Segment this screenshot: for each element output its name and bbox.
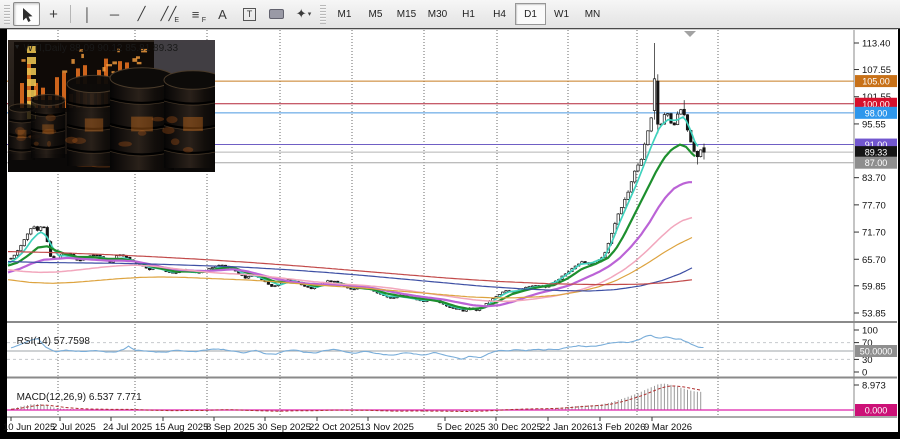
trendline-tool-button[interactable]: ╱ [128,2,155,26]
oil-barrels-photo [8,40,222,172]
macd-indicator-label: MACD(12,26,9) 6.537 7.771 [11,381,142,403]
symbol-dropdown-caret-icon[interactable]: ▼ [14,44,21,51]
toolbar-grip-2[interactable] [320,5,326,24]
timeframe-m1-button[interactable]: M1 [329,3,360,25]
fibonacci-icon: ≡ [192,7,200,22]
text-label-icon: T [243,8,256,21]
arrows-tool-button[interactable]: ✦▾ [290,2,317,26]
toolbar-separator [70,5,71,23]
rsi-name: RSI(14) [17,336,51,347]
date-label: 10 Jun 2025 [3,422,55,433]
crosshair-icon: + [49,6,58,23]
rsi-50-badge: 50.0000 [860,347,893,357]
horizontal-line-tool-button[interactable]: ─ [101,2,128,26]
rsi-indicator-label: RSI(14) 57.7598 [11,325,90,347]
trendline-icon: ╱ [138,6,146,22]
svg-text:8.973: 8.973 [862,381,886,392]
timeframe-d1-button[interactable]: D1 [515,3,546,25]
svg-text:59.85: 59.85 [862,281,886,292]
svg-text:77.70: 77.70 [862,200,886,211]
badge-98.00: 98.00 [865,108,888,118]
chart-canvas[interactable]: 113.40107.55101.5595.5583.7077.7071.7065… [0,0,900,439]
timeframe-m5-button[interactable]: M5 [360,3,391,25]
date-label: 9 Mar 2026 [644,422,692,433]
date-label: 5 Dec 2025 [437,422,486,433]
cursor-tool-button[interactable] [13,2,40,26]
svg-text:53.85: 53.85 [862,308,886,319]
macd-values: 6.537 7.771 [89,392,142,403]
trading-terminal-window: { "toolbar": { "tools": [ {"name":"curso… [0,0,900,439]
vertical-line-icon: │ [83,7,91,22]
badge-105.00: 105.00 [862,77,890,87]
rectangle-shape-icon [269,9,284,19]
badge-89.33: 89.33 [865,148,888,158]
svg-text:107.55: 107.55 [862,65,891,76]
date-label: 8 Sep 2025 [206,422,255,433]
date-label: 22 Oct 2025 [309,422,361,433]
equidistant-channel-letter: E [174,17,179,24]
toolbar: +│─╱╱╱E≡FAT✦▾M1M5M15M30H1H4D1W1MN [0,0,900,29]
date-label: 13 Nov 2025 [360,422,414,433]
dropdown-arrow-icon: ▾ [308,10,312,18]
ohlc-values: 88.09 90.12 85.81 89.33 [70,43,178,54]
date-label: 30 Dec 2025 [488,422,542,433]
badge-87.00: 87.00 [865,158,888,168]
svg-text:71.70: 71.70 [862,228,886,239]
svg-text:113.40: 113.40 [862,39,890,50]
timeframe-h1-button[interactable]: H1 [453,3,484,25]
svg-text:100: 100 [862,326,878,337]
rsi-value: 57.7598 [54,336,90,347]
timeframe-m15-button[interactable]: M15 [391,3,422,25]
macd-name: MACD(12,26,9) [17,392,86,403]
arrows-icon: ✦ [296,6,307,22]
date-label: 2 Jul 2025 [52,422,96,433]
date-label: 13 Feb 2026 [592,422,645,433]
chart-title: ▼WTI,Daily 88.09 90.12 85.81 89.33 [8,32,178,54]
vertical-line-tool-button[interactable]: │ [74,2,101,26]
shapes-tool-button[interactable] [263,2,290,26]
text-tool-button[interactable]: A [209,2,236,26]
toolbar-grip-1[interactable] [4,5,10,24]
date-label: 30 Sep 2025 [257,422,311,433]
equidistant-channel-tool-button[interactable]: ╱╱E [155,2,182,26]
date-label: 15 Aug 2025 [155,422,208,433]
text-label-tool-button[interactable]: T [236,2,263,26]
date-label: 22 Jan 2026 [540,422,592,433]
date-label: 24 Jul 2025 [103,422,152,433]
crosshair-tool-button[interactable]: + [40,2,67,26]
timeframe-w1-button[interactable]: W1 [546,3,577,25]
fibonacci-letter: F [202,17,206,24]
svg-text:83.70: 83.70 [862,173,886,184]
svg-text:95.55: 95.55 [862,119,886,130]
timeframe-h4-button[interactable]: H4 [484,3,515,25]
symbol-period-label: WTI,Daily [24,43,67,54]
macd-zero-badge: 0.000 [865,406,888,416]
timeframe-mn-button[interactable]: MN [577,3,608,25]
horizontal-line-icon: ─ [110,7,119,22]
fibonacci-tool-button[interactable]: ≡F [182,2,209,26]
svg-text:65.70: 65.70 [862,255,886,266]
timeframe-m30-button[interactable]: M30 [422,3,453,25]
cursor-icon [20,7,33,22]
svg-text:0: 0 [862,368,867,379]
text-icon: A [218,7,227,22]
